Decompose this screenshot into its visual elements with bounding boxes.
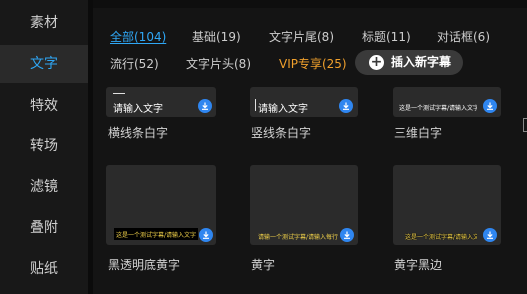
template-card-horizontal-line[interactable]: 请输入文字 (106, 87, 216, 117)
download-icon[interactable] (340, 228, 354, 242)
card-preview-text: 这是一个测试字幕/请输入文字/这里是测试 (399, 105, 477, 112)
card-caption: 竖线条白字 (251, 126, 312, 140)
sidebar-item-filters[interactable]: 滤镜 (0, 168, 88, 206)
template-card-black-transparent-yellow[interactable]: 这是一个测试字幕/请输入文字/这里是测试 (106, 165, 216, 245)
sidebar-item-transitions[interactable]: 转场 (0, 127, 88, 165)
tab-basic[interactable]: 基础(19) (192, 28, 241, 45)
card-caption: 黄字 (251, 258, 276, 272)
template-card-3d-white[interactable]: 这是一个测试字幕/请输入文字/这里是测试 (393, 87, 501, 117)
insert-subtitle-label: 插入新字幕 (391, 55, 452, 69)
panel-resize-handle[interactable] (523, 118, 527, 132)
download-icon[interactable] (339, 99, 353, 113)
card-caption: 黄字黑边 (394, 258, 443, 272)
tab-popular[interactable]: 流行(52) (110, 55, 159, 72)
tab-vip[interactable]: VIP专享(25) (279, 55, 347, 72)
template-card-yellow[interactable]: 请输一个测试字幕/请输入每行字数限制 (250, 165, 358, 245)
plus-circle-icon: + (369, 54, 384, 70)
panel-top-edge (93, 0, 527, 8)
sidebar-item-material[interactable]: 素材 (0, 4, 88, 42)
sidebar-item-stickers[interactable]: 贴纸 (0, 250, 88, 288)
tab-text-outro[interactable]: 文字片尾(8) (269, 28, 334, 45)
card-preview-text: 请输入文字 (113, 104, 163, 115)
decor-line (255, 99, 256, 111)
download-icon[interactable] (199, 228, 213, 242)
template-card-yellow-black-edge[interactable]: 这是一个测试字幕/请输入文字/这里 (393, 165, 501, 245)
decor-line (113, 93, 125, 94)
insert-subtitle-button[interactable]: + 插入新字幕 (355, 50, 463, 75)
download-icon[interactable] (198, 99, 212, 113)
sidebar-item-effects[interactable]: 特效 (0, 87, 88, 125)
tab-all[interactable]: 全部(104) (110, 28, 166, 45)
card-preview-text: 这是一个测试字幕/请输入文字/这里 (405, 234, 477, 241)
sidebar-item-overlay[interactable]: 叠附 (0, 209, 88, 247)
download-icon[interactable] (483, 99, 497, 113)
tab-text-intro[interactable]: 文字片头(8) (186, 55, 251, 72)
template-card-vertical-line[interactable]: 请输入文字 (250, 87, 358, 117)
card-preview-text: 请输一个测试字幕/请输入每行字数限制 (258, 234, 338, 241)
sidebar-item-text[interactable]: 文字 (0, 45, 88, 83)
card-preview-text: 这是一个测试字幕/请输入文字/这里是测试 (116, 232, 196, 239)
tab-dialog[interactable]: 对话框(6) (437, 28, 490, 45)
tab-titles[interactable]: 标题(11) (362, 28, 411, 45)
card-caption: 三维白字 (394, 126, 443, 140)
download-icon[interactable] (483, 228, 497, 242)
sidebar: 素材 文字 特效 转场 滤镜 叠附 贴纸 (0, 0, 88, 294)
card-caption: 横线条白字 (108, 126, 169, 140)
card-preview-text: 请输入文字 (258, 104, 308, 115)
card-caption: 黑透明底黄字 (108, 258, 181, 272)
